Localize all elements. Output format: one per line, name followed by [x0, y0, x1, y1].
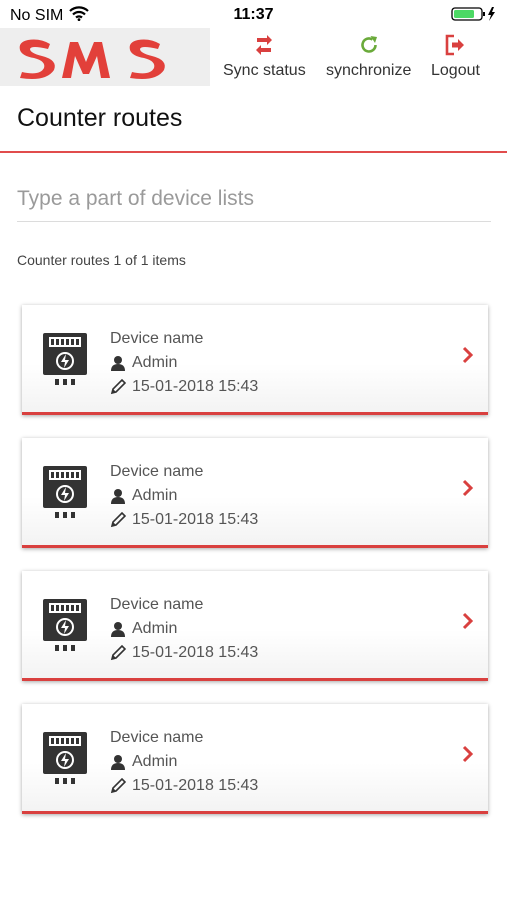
route-date: 15-01-2018 15:43 — [132, 777, 259, 794]
user-icon — [110, 355, 132, 371]
device-name: Device name — [110, 729, 204, 746]
synchronize-button[interactable]: synchronize — [326, 32, 411, 80]
route-date: 15-01-2018 15:43 — [132, 378, 259, 395]
title-divider — [0, 151, 507, 153]
route-user: Admin — [132, 753, 178, 770]
refresh-icon — [358, 32, 380, 58]
user-icon — [110, 621, 132, 637]
route-date-row: 15-01-2018 15:43 — [110, 508, 258, 532]
sync-status-label: Sync status — [223, 62, 306, 79]
logout-icon — [444, 32, 466, 58]
route-date-row: 15-01-2018 15:43 — [110, 774, 258, 798]
route-info: Device name Admin 15-01-2018 15:43 — [110, 460, 258, 532]
route-card[interactable]: Device name Admin 15-01-2018 15:43 — [22, 438, 488, 548]
device-name: Device name — [110, 330, 204, 347]
sync-status-button[interactable]: Sync status — [223, 32, 306, 80]
meter-device-icon — [41, 597, 89, 660]
user-icon — [110, 754, 132, 770]
route-info: Device name Admin 15-01-2018 15:43 — [110, 593, 258, 665]
counter-route-list: Device name Admin 15-01-2018 15:43 Devic… — [22, 305, 488, 837]
chevron-right-icon — [462, 612, 474, 635]
meter-device-icon — [41, 730, 89, 793]
route-card[interactable]: Device name Admin 15-01-2018 15:43 — [22, 571, 488, 681]
pencil-icon — [110, 379, 132, 395]
sync-status-icon — [253, 32, 275, 58]
page-title: Counter routes — [17, 104, 183, 132]
route-date: 15-01-2018 15:43 — [132, 644, 259, 661]
route-info: Device name Admin 15-01-2018 15:43 — [110, 726, 258, 798]
status-time: 11:37 — [233, 6, 274, 23]
meter-device-icon — [41, 331, 89, 394]
logout-label: Logout — [431, 62, 480, 79]
device-name: Device name — [110, 596, 204, 613]
chevron-right-icon — [462, 479, 474, 502]
route-user: Admin — [132, 487, 178, 504]
route-user-row: Admin — [110, 617, 258, 641]
app-header: Sync status synchronize Logout — [0, 28, 507, 86]
chevron-right-icon — [462, 745, 474, 768]
pencil-icon — [110, 645, 132, 661]
chevron-right-icon — [462, 346, 474, 369]
route-date-row: 15-01-2018 15:43 — [110, 375, 258, 399]
route-user: Admin — [132, 620, 178, 637]
status-bar: No SIM 11:37 — [0, 0, 507, 28]
pencil-icon — [110, 778, 132, 794]
sms-logo — [0, 28, 210, 86]
logout-button[interactable]: Logout — [431, 32, 480, 80]
route-user-row: Admin — [110, 484, 258, 508]
battery-icon — [451, 6, 497, 22]
device-search-input[interactable] — [17, 176, 491, 222]
user-icon — [110, 488, 132, 504]
route-info: Device name Admin 15-01-2018 15:43 — [110, 327, 258, 399]
route-user: Admin — [132, 354, 178, 371]
route-user-row: Admin — [110, 750, 258, 774]
route-date: 15-01-2018 15:43 — [132, 511, 259, 528]
route-card[interactable]: Device name Admin 15-01-2018 15:43 — [22, 305, 488, 415]
meter-device-icon — [41, 464, 89, 527]
route-card[interactable]: Device name Admin 15-01-2018 15:43 — [22, 704, 488, 814]
items-count-text: Counter routes 1 of 1 items — [17, 252, 186, 268]
route-date-row: 15-01-2018 15:43 — [110, 641, 258, 665]
pencil-icon — [110, 512, 132, 528]
device-name: Device name — [110, 463, 204, 480]
route-user-row: Admin — [110, 351, 258, 375]
synchronize-label: synchronize — [326, 62, 412, 79]
